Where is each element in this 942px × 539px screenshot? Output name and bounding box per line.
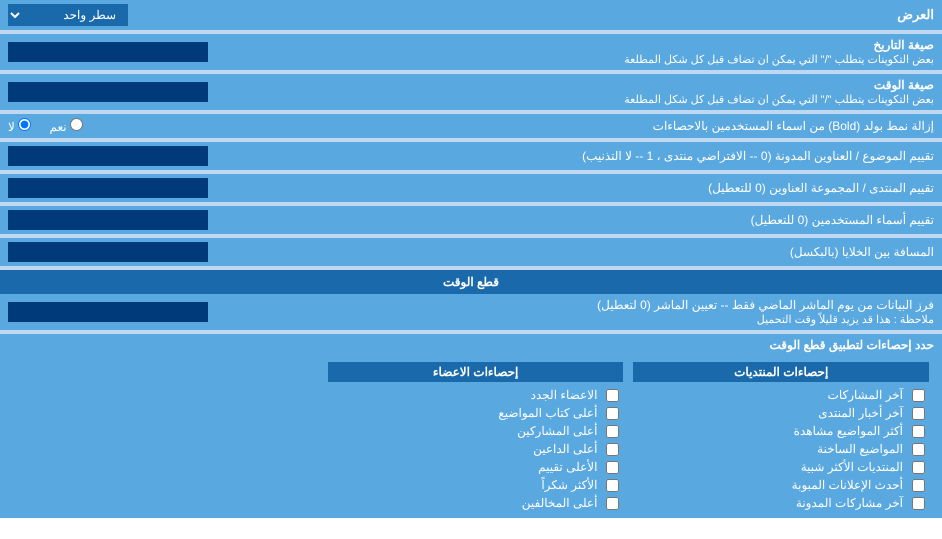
stats-members-item-0: الاعضاء الجدد	[328, 386, 624, 404]
stats-members-check-2[interactable]	[606, 425, 619, 438]
stats-members-title: إحصاءات الاعضاء	[433, 365, 518, 379]
stats-members-check-5[interactable]	[606, 479, 619, 492]
date-format-input[interactable]: d-m	[8, 42, 208, 62]
stats-members-check-6[interactable]	[606, 497, 619, 510]
topic-sort-input[interactable]: 33	[8, 146, 208, 166]
cutoff-filter-note: ملاحظة : هذا قد يزيد قليلاً وقت التحميل	[757, 314, 934, 326]
cells-space-input[interactable]: 2	[8, 242, 208, 262]
stats-members-check-0[interactable]	[606, 389, 619, 402]
stats-limit-label: حدد إحصاءات لتطبيق قطع الوقت	[769, 338, 934, 352]
stats-posts-check-3[interactable]	[912, 443, 925, 456]
stats-members-item-4: الأعلى تقييم	[328, 458, 624, 476]
stats-posts-item-1: آخر أخبار المنتدى	[633, 404, 929, 422]
stats-members-item-3: أعلى الداعين	[328, 440, 624, 458]
forum-sort-input[interactable]: 33	[8, 178, 208, 198]
time-format-input[interactable]: H:i	[8, 82, 208, 102]
cells-space-label: المسافة بين الخلايا (بالبكسل)	[790, 245, 934, 259]
stats-posts-item-4: المنتديات الأكثر شبية	[633, 458, 929, 476]
forum-sort-label: تقييم المنتدى / المجموعة العناوين (0 للت…	[708, 181, 934, 195]
time-format-desc: بعض التكوينات يتطلب "/" التي يمكن ان تضا…	[624, 94, 934, 106]
stats-posts-item-3: المواضيع الساخنة	[633, 440, 929, 458]
stats-members-check-4[interactable]	[606, 461, 619, 474]
stats-posts-check-2[interactable]	[912, 425, 925, 438]
date-format-desc: بعض التكوينات يتطلب "/" التي يمكن ان تضا…	[624, 54, 934, 66]
stats-posts-check-4[interactable]	[912, 461, 925, 474]
bold-remove-row: إزالة نمط بولد (Bold) من اسماء المستخدمي…	[0, 114, 942, 138]
stats-members-check-1[interactable]	[606, 407, 619, 420]
user-names-row: تقييم أسماء المستخدمين (0 للتعطيل) 0	[0, 206, 942, 234]
bold-yes-radio[interactable]	[70, 118, 83, 131]
forum-sort-row: تقييم المنتدى / المجموعة العناوين (0 للت…	[0, 174, 942, 202]
stats-posts-check-1[interactable]	[912, 407, 925, 420]
stats-members-check-3[interactable]	[606, 443, 619, 456]
user-names-input[interactable]: 0	[8, 210, 208, 230]
page-title: العرض	[897, 7, 934, 22]
cutoff-filter-label: فرز البيانات من يوم الماشر الماضي فقط --…	[597, 298, 934, 312]
cutoff-section-title: قطع الوقت	[443, 275, 499, 289]
bold-yes-label: نعم	[50, 120, 67, 134]
user-names-label: تقييم أسماء المستخدمين (0 للتعطيل)	[751, 213, 934, 227]
stats-members-item-5: الأكثر شكراً	[328, 476, 624, 494]
stats-posts-item-0: آخر المشاركات	[633, 386, 929, 404]
bold-no-label: لا	[8, 120, 15, 134]
cells-space-row: المسافة بين الخلايا (بالبكسل) 2	[0, 238, 942, 266]
date-format-row: صيغة التاريخ بعض التكوينات يتطلب "/" الت…	[0, 34, 942, 70]
time-format-row: صيغة الوقت بعض التكوينات يتطلب "/" التي …	[0, 74, 942, 110]
stats-posts-title: إحصاءات المنتديات	[734, 365, 828, 379]
stats-members-item-6: أعلى المخالفين	[328, 494, 624, 512]
stats-posts-check-6[interactable]	[912, 497, 925, 510]
bold-no-radio[interactable]	[18, 118, 31, 131]
stats-posts-item-5: أحدث الإعلانات المبوبة	[633, 476, 929, 494]
bold-remove-label: إزالة نمط بولد (Bold) من اسماء المستخدمي…	[653, 119, 934, 133]
display-dropdown[interactable]: سطر واحد	[8, 4, 128, 26]
stats-posts-check-0[interactable]	[912, 389, 925, 402]
cutoff-filter-input[interactable]: 0	[8, 302, 208, 322]
stats-members-item-2: أعلى المشاركين	[328, 422, 624, 440]
cutoff-filter-row: فرز البيانات من يوم الماشر الماضي فقط --…	[0, 294, 942, 330]
stats-members-item-1: أعلى كتاب المواضيع	[328, 404, 624, 422]
time-format-label: صيغة الوقت	[874, 78, 934, 92]
topic-sort-label: تقييم الموضوع / العناوين المدونة (0 -- ا…	[582, 149, 934, 163]
topic-sort-row: تقييم الموضوع / العناوين المدونة (0 -- ا…	[0, 142, 942, 170]
stats-posts-check-5[interactable]	[912, 479, 925, 492]
stats-limit-row: حدد إحصاءات لتطبيق قطع الوقت	[0, 334, 942, 356]
stats-posts-item-2: أكثر المواضيع مشاهدة	[633, 422, 929, 440]
stats-posts-item-6: آخر مشاركات المدونة	[633, 494, 929, 512]
date-format-label: صيغة التاريخ	[873, 38, 934, 52]
